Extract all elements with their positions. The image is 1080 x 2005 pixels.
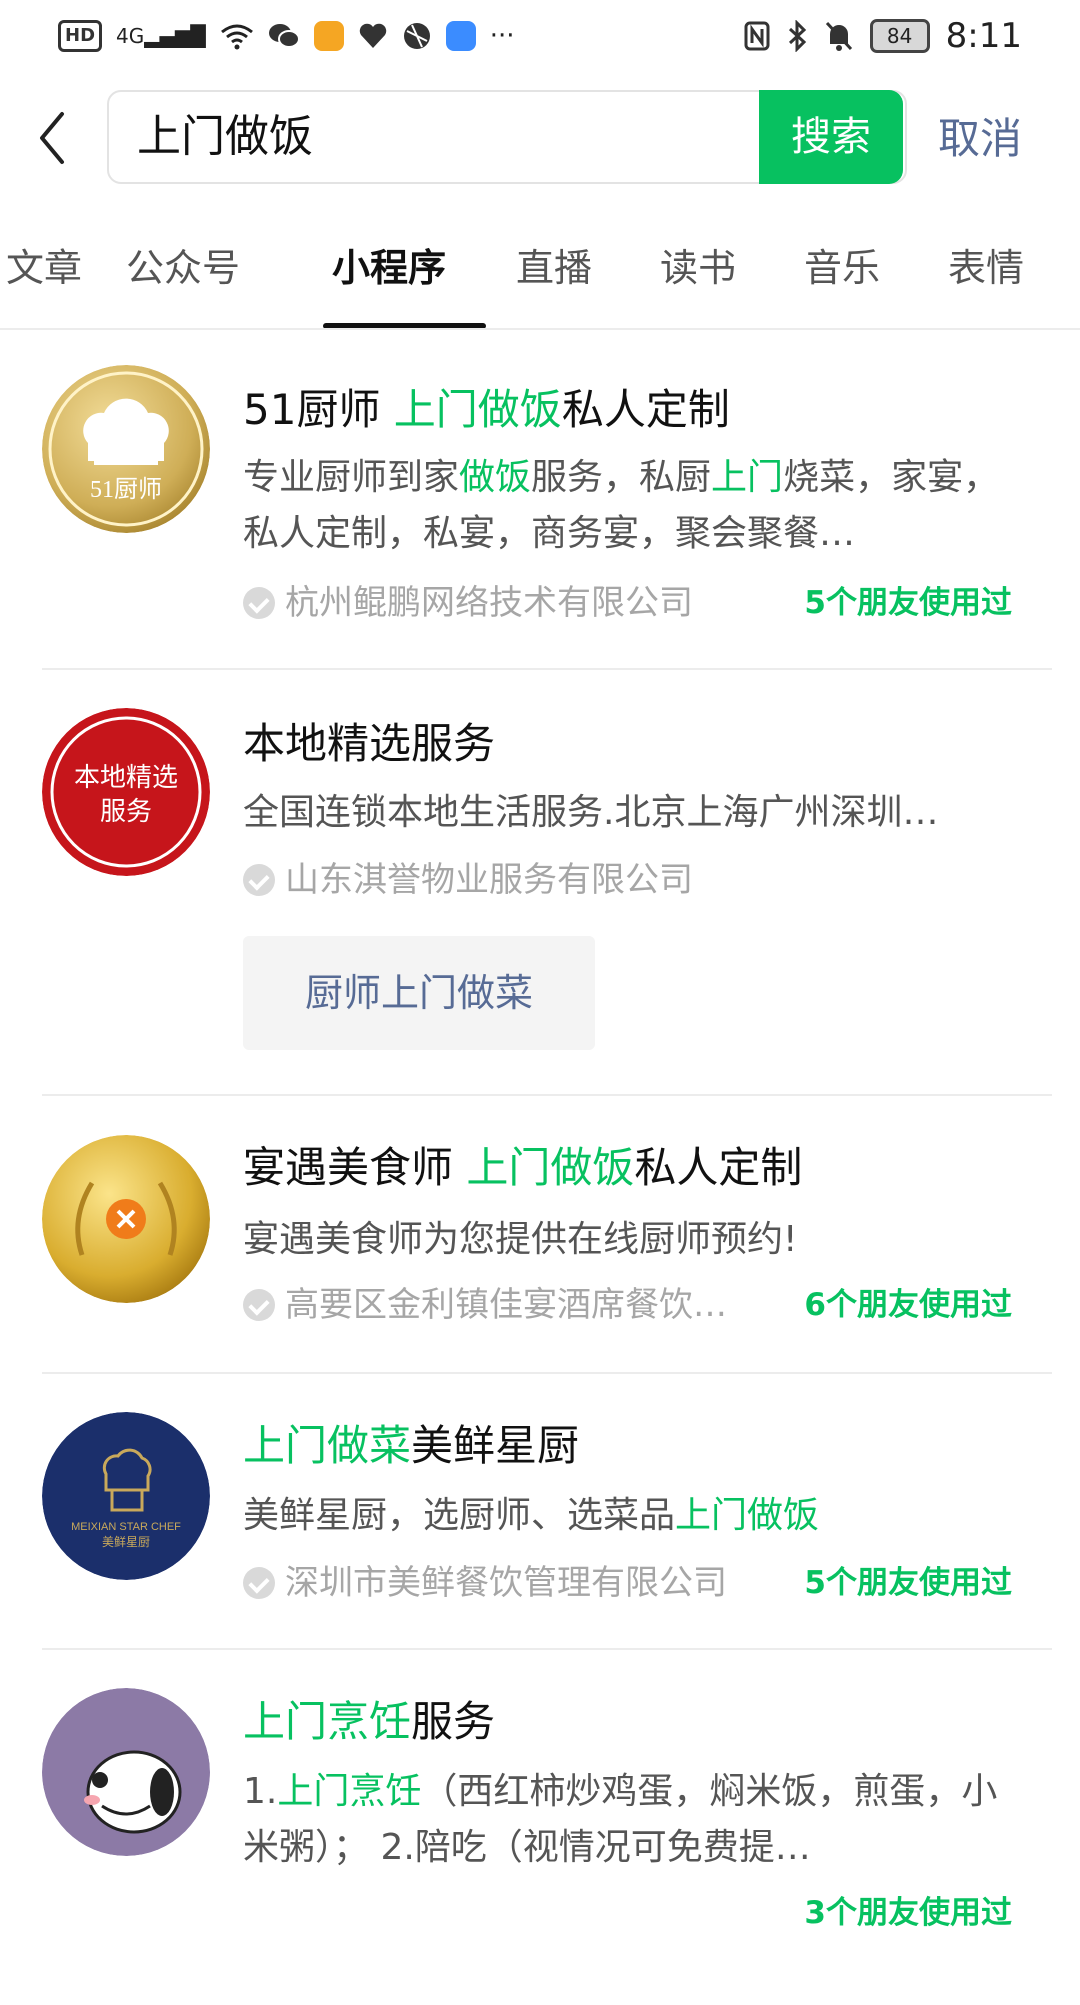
avatar [42,1135,210,1303]
blue-app-icon [445,21,476,51]
result-source: 高要区金利镇佳宴酒席餐饮… [243,1280,727,1330]
result-description: 1.上门烹饪（西红柿炒鸡蛋，焖米饭，煎蛋，小米粥）； 2.陪吃（视情况可免费提… [243,1771,998,1868]
result-title: 上门做菜美鲜星厨 [243,1421,580,1470]
back-arrow-icon[interactable] [34,108,74,168]
divider [42,1648,1052,1650]
logo-text-line2: 美鲜星厨 [102,1535,150,1549]
category-tabs: 文章 公众号 小程序 直播 读书 音乐 表情 [0,238,1080,328]
friends-used-badge: 3个朋友使用过 [804,1895,1012,1931]
snoopy-avatar [42,1688,210,1856]
verified-icon [243,1567,275,1599]
wifi-icon [220,24,253,50]
result-title: 上门烹饪服务 [243,1697,496,1746]
tab-music[interactable]: 音乐 [804,238,880,298]
signal-icon: 4G▂▄▆█ [116,24,206,48]
wechat-icon [268,24,300,48]
result-title: 51厨师 上门做饭私人定制 [243,385,730,434]
friends-used-badge: 5个朋友使用过 [804,585,1012,621]
network-type: 4G [116,24,145,48]
search-button[interactable]: 搜索 [759,90,903,184]
divider [42,1094,1052,1096]
result-title: 本地精选服务 [243,719,496,768]
verified-icon [243,587,275,619]
status-time: 8:11 [945,16,1022,56]
browser-icon [403,23,430,49]
friends-used-badge: 5个朋友使用过 [804,1565,1012,1601]
logo-text: 51厨师 [90,476,162,503]
orange-app-icon [313,21,344,51]
tab-reading[interactable]: 读书 [660,238,736,298]
tab-official-accounts[interactable]: 公众号 [126,238,240,298]
laurel-logo [42,1135,210,1303]
divider [42,1372,1052,1374]
search-input[interactable]: 上门做饭 [137,106,313,168]
battery-indicator: 84 [869,19,930,53]
divider [42,668,1052,670]
result-description: 美鲜星厨，选厨师、选菜品上门做饭 [243,1495,820,1536]
more-notifications: ··· [489,21,515,51]
verified-icon [243,864,275,896]
cancel-button[interactable]: 取消 [938,110,1022,168]
service-chip[interactable]: 厨师上门做菜 [243,936,595,1050]
result-source: 深圳市美鲜餐饮管理有限公司 [243,1558,727,1608]
mute-bell-icon [825,21,852,51]
logo-text-line1: MEIXIAN STAR CHEF [71,1521,181,1533]
tab-articles[interactable]: 文章 [6,238,82,298]
avatar: 51厨师 [42,365,210,533]
nfc-icon [744,21,770,51]
avatar: MEIXIAN STAR CHEF 美鲜星厨 [42,1412,210,1580]
result-description: 全国连锁本地生活服务.北京上海广州深圳… [243,792,939,833]
hd-indicator: HD [58,20,103,52]
tab-stickers[interactable]: 表情 [948,238,1024,298]
result-source: 杭州鲲鹏网络技术有限公司 [243,578,693,628]
result-source: 山东淇誉物业服务有限公司 [243,855,693,905]
logo-text-line2: 服务 [100,797,152,827]
status-bar: HD 4G▂▄▆█ ··· 84 8:11 [0,0,1080,80]
avatar: 本地精选 服务 [42,708,210,876]
friends-used-badge: 6个朋友使用过 [804,1287,1012,1323]
heart-icon [359,23,386,48]
chef-hat-logo: 51厨师 [42,365,210,533]
avatar [42,1688,210,1856]
result-title: 宴遇美食师 上门做饭私人定制 [243,1143,803,1192]
bluetooth-icon [788,20,806,52]
result-description: 宴遇美食师为您提供在线厨师预约! [243,1219,798,1260]
result-description: 专业厨师到家做饭服务，私厨上门烧菜，家宴，私人定制，私宴，商务宴，聚会聚餐… [243,457,1000,554]
tab-mini-programs[interactable]: 小程序 [332,238,446,298]
logo-text-line1: 本地精选 [74,763,178,793]
tabs-divider [0,328,1080,330]
verified-icon [243,1289,275,1321]
tab-live[interactable]: 直播 [516,238,592,298]
